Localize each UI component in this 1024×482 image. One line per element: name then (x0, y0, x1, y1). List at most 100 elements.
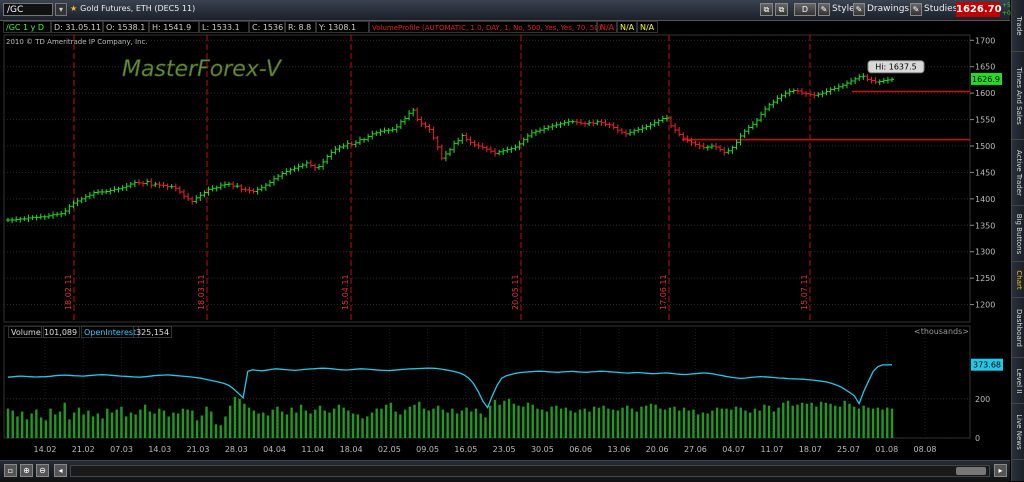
volume-bar (11, 410, 14, 438)
price-tick-label: 1550 (975, 116, 995, 125)
volume-bar (214, 424, 218, 438)
tab-chart[interactable]: Chart (1012, 262, 1024, 298)
scroll-thumb[interactable] (956, 467, 986, 475)
price-tick-label: 1500 (975, 142, 995, 151)
horizontal-scrollbar[interactable] (70, 465, 990, 477)
tab-level-ii[interactable]: Level II (1012, 358, 1024, 404)
volume-bar (644, 405, 648, 438)
time-tick-label: 02.05 (378, 445, 401, 454)
volume-bar (578, 409, 582, 438)
volume-bar (318, 405, 322, 438)
volume-bar (191, 410, 194, 438)
volume-bar (663, 409, 667, 438)
tab-times-and-sales[interactable]: Times And Sales (1012, 52, 1024, 140)
volume-bar (380, 408, 383, 438)
tab-live-news[interactable]: Live News (1012, 404, 1024, 460)
volume-bar (621, 407, 624, 438)
tab-dashboard[interactable]: Dashboard (1012, 298, 1024, 358)
volume-bar (838, 406, 842, 438)
time-tick-label: 18.04 (340, 445, 363, 454)
time-tick-label: 13.06 (607, 445, 630, 454)
volume-bar (484, 417, 487, 438)
volume-bar (673, 406, 676, 438)
volume-bar (252, 410, 256, 438)
tab-label: Level II (1014, 368, 1023, 393)
volume-bar (54, 414, 57, 438)
volume-bar (890, 408, 894, 438)
volume-bar (687, 410, 690, 438)
volume-bar (748, 412, 752, 438)
scroll-left-icon[interactable]: ◂ (54, 464, 67, 477)
volume-bar (805, 403, 809, 438)
volume-bar (124, 416, 128, 438)
volume-bar (834, 405, 837, 438)
volume-bar (696, 414, 700, 438)
volume-bar (791, 405, 794, 438)
volume-bar (758, 410, 761, 438)
volume-bar (725, 408, 728, 438)
volume-bar (195, 420, 199, 438)
volume-bar (852, 406, 856, 438)
volume-bar (574, 412, 577, 438)
volume-bar (517, 405, 520, 438)
tab-big-buttons[interactable]: Big Buttons (1012, 206, 1024, 262)
tab-active-trader[interactable]: Active Trader (1012, 140, 1024, 206)
time-tick-label: 20.06 (646, 445, 669, 454)
volume-bar (243, 403, 246, 438)
time-tick-label: 27.06 (684, 445, 707, 454)
open-interest-marker-text: 373.68 (973, 361, 1001, 370)
copyright-text: 2010 © TD Ameritrade IP Company, Inc. (6, 38, 148, 46)
volume-bar (6, 408, 10, 438)
volume-bar (347, 410, 350, 438)
volume-bar (763, 404, 766, 438)
volume-bar (611, 409, 615, 438)
price-tick-label: 1650 (975, 63, 995, 72)
volume-bar (526, 402, 530, 438)
volume-bar (654, 404, 657, 438)
volume-bar (678, 410, 681, 438)
volume-bars (6, 396, 894, 438)
volume-bar (465, 407, 468, 438)
volume-label: Volume (8, 326, 44, 338)
time-axis: 14.02 21.02 07.03 14.03 21.03 28.03 04.04 11.04… (34, 445, 937, 454)
volume-bar (668, 407, 672, 438)
volume-bar (616, 410, 620, 438)
volume-bar (597, 407, 601, 438)
volume-bar (228, 405, 232, 438)
volume-bar (460, 410, 464, 438)
volume-bar (512, 403, 516, 438)
zoom-icon[interactable]: ▫ (4, 464, 17, 477)
volume-bar (91, 416, 95, 438)
open-interest-value: 325,154 (133, 326, 173, 338)
zoom-in-icon[interactable]: ⊕ (20, 464, 33, 477)
volume-bar (106, 408, 109, 438)
watermark-text: MasterForex-V (122, 57, 283, 82)
zoom-out-icon[interactable]: ⊖ (36, 464, 49, 477)
volume-bar (777, 407, 780, 438)
volume-bar (309, 413, 312, 438)
time-tick-label: 04.07 (722, 445, 745, 454)
volume-bar (635, 411, 638, 438)
volume-bar (205, 406, 208, 438)
volume-bar (819, 401, 823, 438)
volume-bar (87, 410, 90, 438)
volume-bar (295, 412, 298, 438)
tab-trade[interactable]: Trade (1012, 0, 1024, 52)
volume-bar (361, 418, 364, 438)
price-tick-label: 1450 (975, 168, 995, 177)
volume-bar (139, 409, 142, 438)
volume-bar (285, 414, 289, 438)
volume-bar (857, 408, 861, 438)
volume-bar (782, 402, 785, 438)
volume-bar (455, 413, 459, 438)
price-tick-label: 1600 (975, 89, 995, 98)
volume-bar (602, 405, 605, 438)
scroll-right-icon[interactable]: ▸ (994, 464, 1007, 477)
volume-bar (441, 409, 445, 438)
chart-window: /GC ▾ ★ Gold Futures, ETH (DEC5 11) ⧉ ⧉ D… (0, 0, 1024, 482)
volume-bar (730, 409, 733, 438)
time-tick-label: 28.03 (225, 445, 248, 454)
chart-area[interactable]: 2010 © TD Ameritrade IP Company, Inc. Ma… (0, 0, 1010, 460)
volume-bar (82, 414, 85, 438)
tab-label: Times And Sales (1014, 66, 1023, 125)
